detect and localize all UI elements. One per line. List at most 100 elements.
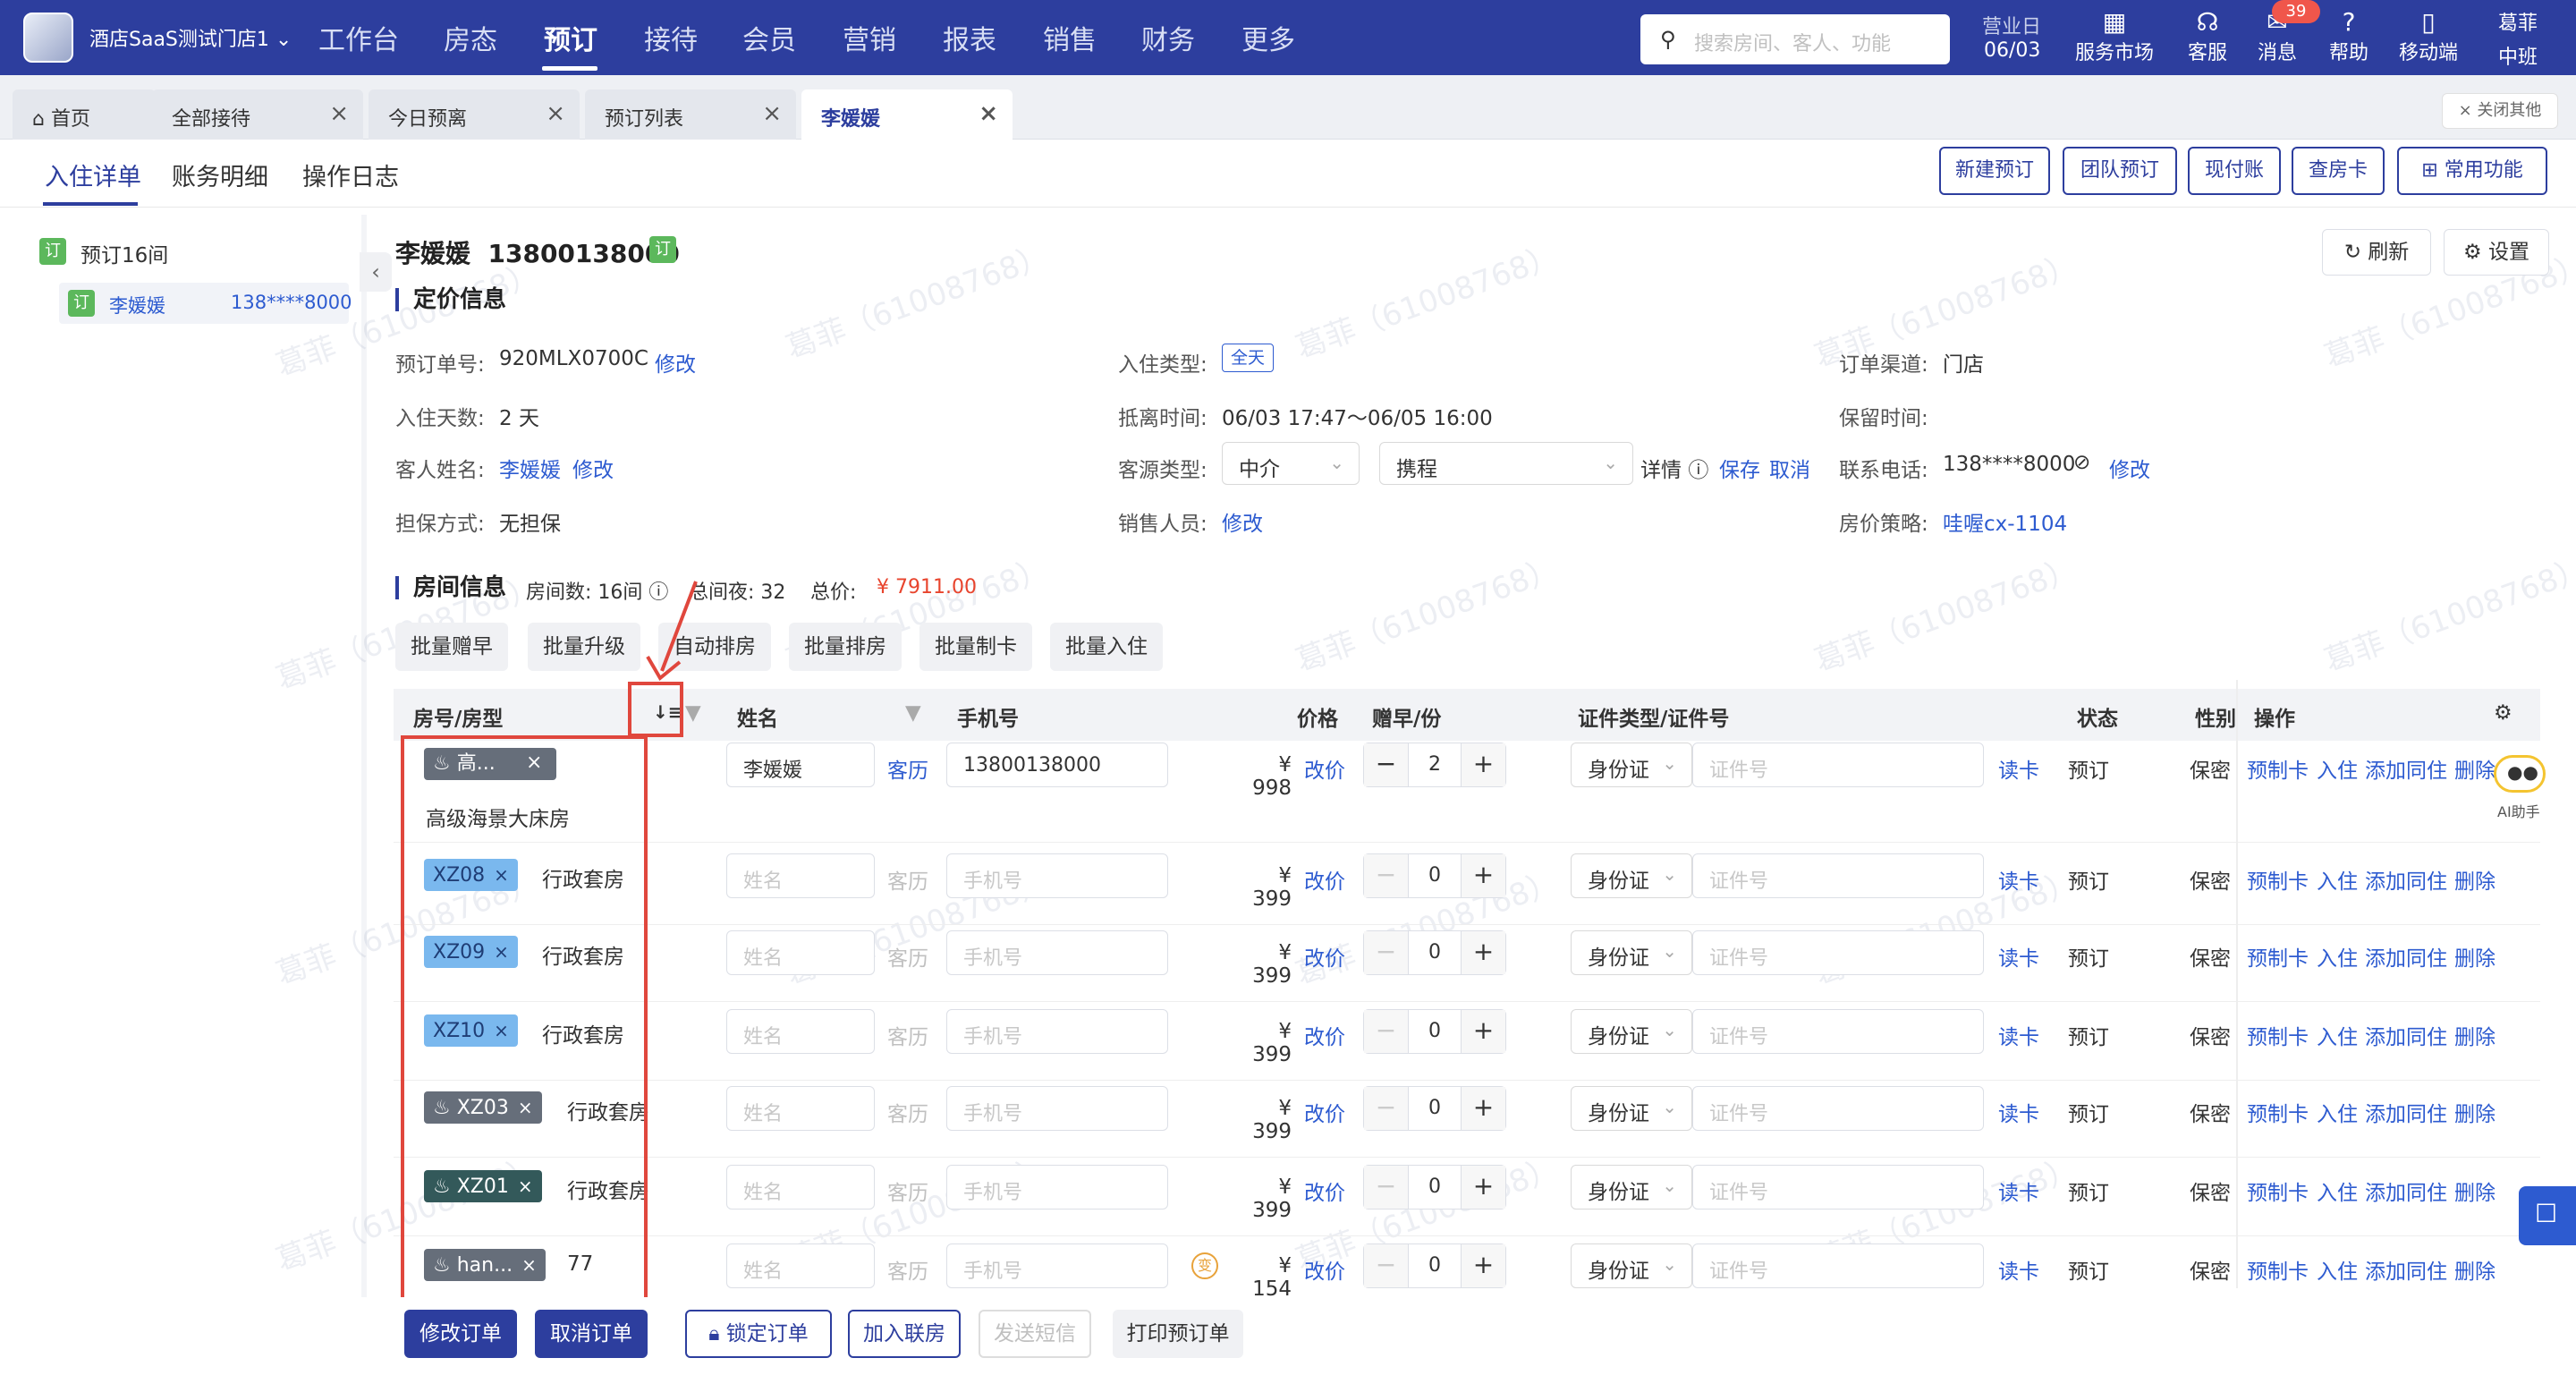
checkin-link[interactable]: 入住	[2317, 1254, 2358, 1285]
breakfast-stepper[interactable]: −0 +	[1363, 1086, 1506, 1131]
guest-name-input[interactable]: 姓名	[726, 930, 875, 975]
phone-input[interactable]: 手机号	[946, 930, 1168, 975]
close-icon[interactable]: ×	[979, 100, 998, 127]
plus-icon[interactable]: +	[1461, 1087, 1505, 1130]
delete-link[interactable]: 删除	[2454, 1176, 2496, 1206]
delete-link[interactable]: 删除	[2454, 1097, 2496, 1127]
edit-sales-link[interactable]: 修改	[1222, 506, 1263, 537]
precard-link[interactable]: 预制卡	[2247, 1097, 2309, 1127]
certificate-number-input[interactable]: 证件号	[1692, 930, 1984, 975]
help-button[interactable]: ? 帮助	[2324, 7, 2374, 70]
certificate-number-input[interactable]: 证件号	[1692, 1009, 1984, 1054]
breakfast-stepper[interactable]: −0 +	[1363, 930, 1506, 975]
precard-link[interactable]: 预制卡	[2247, 753, 2309, 784]
edit-order-no-link[interactable]: 修改	[655, 347, 696, 378]
change-price-link[interactable]: 改价	[1304, 1176, 1345, 1206]
gender-select[interactable]: 保密	[2190, 1020, 2238, 1050]
plus-icon[interactable]: +	[1461, 931, 1505, 974]
hotel-switcher[interactable]: 酒店SaaS测试门店1 ⌄	[89, 23, 292, 52]
plus-icon[interactable]: +	[1461, 854, 1505, 897]
service-market-button[interactable]: ▦ 服务市场	[2073, 7, 2156, 70]
delete-link[interactable]: 删除	[2454, 1020, 2496, 1050]
close-icon[interactable]: ×	[546, 100, 565, 127]
tab-guest-li[interactable]: 李媛媛 ×	[801, 89, 1013, 140]
source-type-select[interactable]: 中介 ⌄	[1222, 442, 1360, 485]
breakfast-stepper[interactable]: −0 +	[1363, 1243, 1506, 1288]
checkin-link[interactable]: 入住	[2317, 1097, 2358, 1127]
gender-select[interactable]: 保密	[2190, 1176, 2238, 1206]
nav-marketing[interactable]: 营销	[843, 18, 896, 57]
change-price-link[interactable]: 改价	[1304, 864, 1345, 895]
gender-select[interactable]: 保密	[2190, 1254, 2238, 1285]
guest-name-input[interactable]: 姓名	[726, 853, 875, 898]
minus-icon[interactable]: −	[1364, 1166, 1409, 1209]
breakfast-stepper[interactable]: −0 +	[1363, 1165, 1506, 1210]
certificate-type-select[interactable]: 身份证 ⌄	[1571, 1086, 1692, 1131]
minus-icon[interactable]: −	[1364, 1087, 1409, 1130]
settings-button[interactable]: ⚙ 设置	[2444, 229, 2549, 276]
change-price-link[interactable]: 改价	[1304, 941, 1345, 972]
guest-history-link[interactable]: 客历	[887, 753, 928, 784]
delete-link[interactable]: 删除	[2454, 941, 2496, 972]
phone-input[interactable]: 13800138000	[946, 743, 1168, 787]
certificate-type-select[interactable]: 身份证 ⌄	[1571, 743, 1692, 787]
nav-more[interactable]: 更多	[1241, 18, 1295, 57]
subtab-account-detail[interactable]: 账务明细	[172, 157, 268, 192]
read-card-link[interactable]: 读卡	[1998, 1097, 2039, 1127]
edit-phone-link[interactable]: 修改	[2109, 453, 2150, 483]
mobile-button[interactable]: ▯ 移动端	[2388, 7, 2469, 70]
guest-name-input[interactable]: 姓名	[726, 1243, 875, 1288]
minus-icon[interactable]: −	[1364, 743, 1409, 786]
delete-link[interactable]: 删除	[2454, 753, 2496, 784]
change-price-link[interactable]: 改价	[1304, 1097, 1345, 1127]
tab-home[interactable]: ⌂ 首页	[13, 89, 156, 140]
close-icon[interactable]: ×	[329, 100, 349, 127]
batch-breakfast-button[interactable]: 批量赠早	[395, 623, 508, 671]
add-roommate-link[interactable]: 添加同住	[2365, 1097, 2447, 1127]
gender-select[interactable]: 保密	[2190, 941, 2238, 972]
nav-member[interactable]: 会员	[742, 18, 796, 57]
gender-select[interactable]: 保密	[2190, 1097, 2238, 1127]
guest-history-link[interactable]: 客历	[887, 941, 928, 972]
cancel-source-link[interactable]: 取消	[1769, 453, 1810, 483]
cancel-order-button[interactable]: 取消订单	[535, 1310, 648, 1358]
close-others-button[interactable]: × 关闭其他	[2442, 93, 2558, 129]
edit-guest-link[interactable]: 修改	[572, 453, 614, 483]
plus-icon[interactable]: +	[1461, 1244, 1505, 1287]
guest-history-link[interactable]: 客历	[887, 1254, 928, 1285]
checkin-link[interactable]: 入住	[2317, 753, 2358, 784]
phone-input[interactable]: 手机号	[946, 853, 1168, 898]
certificate-number-input[interactable]: 证件号	[1692, 743, 1984, 787]
ai-assistant-button[interactable]: ●●	[2494, 755, 2546, 793]
filter-icon[interactable]: ▼	[905, 701, 921, 725]
guest-name-link[interactable]: 李媛媛	[499, 453, 561, 483]
batch-assign-button[interactable]: 批量排房	[789, 623, 902, 671]
column-settings-icon[interactable]: ⚙	[2494, 701, 2512, 725]
eye-off-icon[interactable]: ⊘	[2073, 451, 2090, 474]
checkin-link[interactable]: 入住	[2317, 941, 2358, 972]
nav-workbench[interactable]: 工作台	[318, 18, 399, 57]
breakfast-stepper[interactable]: −0 +	[1363, 853, 1506, 898]
nav-reception[interactable]: 接待	[644, 18, 698, 57]
subtab-checkin-detail[interactable]: 入住详单	[45, 157, 141, 192]
guest-name-input[interactable]: 姓名	[726, 1165, 875, 1210]
certificate-type-select[interactable]: 身份证 ⌄	[1571, 1243, 1692, 1288]
customer-service-button[interactable]: ☊ 客服	[2182, 7, 2233, 70]
user-menu[interactable]: 葛菲 中班	[2487, 7, 2549, 70]
group-reservation-button[interactable]: 团队预订	[2063, 147, 2177, 195]
certificate-type-select[interactable]: 身份证 ⌄	[1571, 853, 1692, 898]
change-price-link[interactable]: 改价	[1304, 1020, 1345, 1050]
delete-link[interactable]: 删除	[2454, 1254, 2496, 1285]
change-price-link[interactable]: 改价	[1304, 753, 1345, 784]
modify-order-button[interactable]: 修改订单	[404, 1310, 517, 1358]
source-channel-select[interactable]: 携程 ⌄	[1379, 442, 1633, 485]
subtab-operation-log[interactable]: 操作日志	[302, 157, 399, 192]
checkin-link[interactable]: 入住	[2317, 1020, 2358, 1050]
checkin-link[interactable]: 入住	[2317, 1176, 2358, 1206]
gender-select[interactable]: 保密	[2190, 753, 2238, 784]
nav-reports[interactable]: 报表	[943, 18, 996, 57]
collapse-sidebar-button[interactable]: ‹	[360, 252, 392, 292]
add-roommate-link[interactable]: 添加同住	[2365, 864, 2447, 895]
read-card-link[interactable]: 读卡	[1998, 1020, 2039, 1050]
guest-history-link[interactable]: 客历	[887, 1020, 928, 1050]
